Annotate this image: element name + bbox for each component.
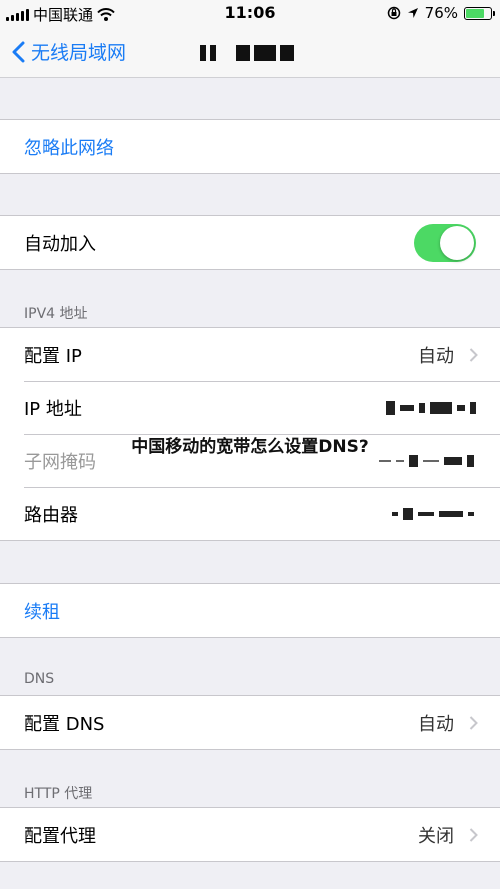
configure-proxy-value: 关闭 — [418, 825, 454, 847]
battery-tip — [493, 10, 495, 16]
router-row: 路由器 — [0, 487, 500, 540]
configure-ip-value: 自动 — [418, 345, 454, 367]
renew-lease-group: 续租 — [0, 583, 500, 638]
configure-dns-row[interactable]: 配置 DNS 自动 — [0, 696, 500, 749]
router-redacted — [392, 507, 474, 520]
toggle-knob — [440, 225, 474, 260]
forget-network-label: 忽略此网络 — [24, 137, 114, 159]
forget-network-button[interactable]: 忽略此网络 — [0, 120, 500, 173]
dns-group: 配置 DNS 自动 — [0, 695, 500, 750]
ip-address-label: IP 地址 — [24, 398, 82, 420]
network-name-redacted — [200, 45, 294, 61]
back-label: 无线局域网 — [31, 42, 127, 64]
configure-ip-row[interactable]: 配置 IP 自动 — [0, 328, 500, 381]
battery-percent: 76% — [424, 4, 458, 22]
ip-address-row: IP 地址 — [0, 381, 500, 434]
dns-section-header: DNS — [24, 671, 55, 687]
http-proxy-group: 配置代理 关闭 — [0, 807, 500, 862]
auto-join-toggle[interactable] — [414, 223, 476, 262]
location-icon — [407, 8, 418, 18]
battery-fill — [466, 8, 485, 18]
overlay-caption: 中国移动的宽带怎么设置DNS? — [131, 437, 369, 457]
chevron-right-icon — [469, 715, 478, 730]
configure-ip-label: 配置 IP — [24, 345, 82, 367]
forget-network-group: 忽略此网络 — [0, 119, 500, 174]
status-right: 76% — [387, 4, 495, 22]
configure-proxy-row[interactable]: 配置代理 关闭 — [0, 808, 500, 861]
configure-dns-value: 自动 — [418, 713, 454, 735]
auto-join-label: 自动加入 — [24, 233, 96, 255]
back-button[interactable]: 无线局域网 — [12, 38, 126, 65]
configure-proxy-label: 配置代理 — [24, 825, 96, 847]
renew-lease-button[interactable]: 续租 — [0, 584, 500, 637]
configure-dns-label: 配置 DNS — [24, 713, 105, 735]
ipv4-section-header: IPV4 地址 — [24, 306, 88, 322]
battery-icon — [464, 6, 495, 20]
chevron-right-icon — [469, 347, 478, 362]
http-proxy-section-header: HTTP 代理 — [24, 786, 93, 802]
auto-join-group: 自动加入 — [0, 215, 500, 270]
chevron-left-icon — [12, 41, 25, 62]
renew-lease-label: 续租 — [24, 601, 60, 623]
chevron-right-icon — [469, 827, 478, 842]
status-bar: 中国联通 11:06 76% — [0, 0, 500, 28]
router-label: 路由器 — [24, 504, 78, 526]
auto-join-row: 自动加入 — [0, 216, 500, 269]
navigation-bar: 无线局域网 — [0, 28, 500, 78]
rotation-lock-icon — [387, 6, 400, 20]
ip-address-redacted — [386, 400, 476, 415]
